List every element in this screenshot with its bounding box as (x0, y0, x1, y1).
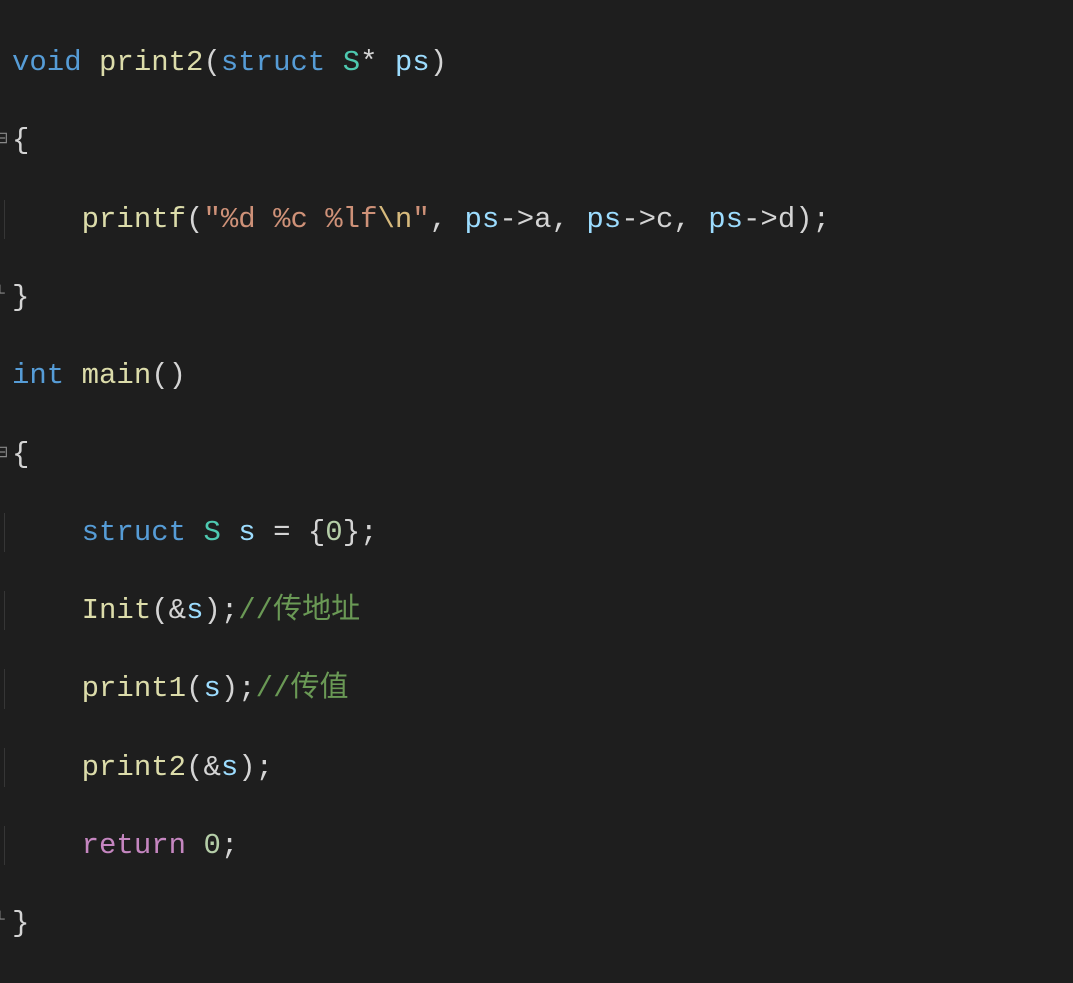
var-name: s (238, 516, 255, 549)
keyword-struct: struct (221, 46, 325, 79)
fn-call: print2 (82, 751, 186, 784)
code-line: ⊟{ (0, 121, 1073, 160)
indent-guide (4, 513, 5, 552)
comment: //传值 (256, 672, 349, 705)
indent-guide (4, 826, 5, 865)
type-name: S (343, 46, 360, 79)
code-line: void print2(struct S* ps) (0, 43, 1073, 82)
string-literal: %d %c %lf (221, 203, 378, 236)
fn-call: print1 (82, 672, 186, 705)
fn-name: print2 (99, 46, 203, 79)
code-line: Init(&s);//传地址 (0, 591, 1073, 630)
code-line: └} (0, 904, 1073, 943)
fn-name: main (82, 359, 152, 392)
indent-guide (4, 200, 5, 239)
indent-guide (4, 748, 5, 787)
fold-icon[interactable]: ⊟ (0, 443, 7, 455)
keyword-struct: struct (82, 516, 186, 549)
code-line: return 0; (0, 826, 1073, 865)
code-editor[interactable]: void print2(struct S* ps) ⊟{ printf("%d … (0, 0, 1073, 983)
code-line: printf("%d %c %lf\n", ps->a, ps->c, ps->… (0, 200, 1073, 239)
fn-call: printf (82, 203, 186, 236)
code-line: int main() (0, 356, 1073, 395)
param-name: ps (395, 46, 430, 79)
code-line: print1(s);//传值 (0, 669, 1073, 708)
type-name: S (203, 516, 220, 549)
code-line: ⊟{ (0, 435, 1073, 474)
code-line: └} (0, 278, 1073, 317)
indent-guide (4, 591, 5, 630)
number-literal: 0 (325, 516, 342, 549)
fold-icon[interactable]: ⊟ (0, 129, 7, 141)
fn-call: Init (82, 594, 152, 627)
indent-guide (4, 669, 5, 708)
number-literal: 0 (203, 829, 220, 862)
code-line: struct S s = {0}; (0, 513, 1073, 552)
code-line: print2(&s); (0, 748, 1073, 787)
fold-end-icon: └ (0, 910, 7, 922)
keyword-return: return (82, 829, 186, 862)
fold-end-icon: └ (0, 284, 7, 296)
keyword-int: int (12, 359, 64, 392)
comment: //传地址 (238, 594, 360, 627)
escape-char: \n (378, 203, 413, 236)
keyword-void: void (12, 46, 82, 79)
